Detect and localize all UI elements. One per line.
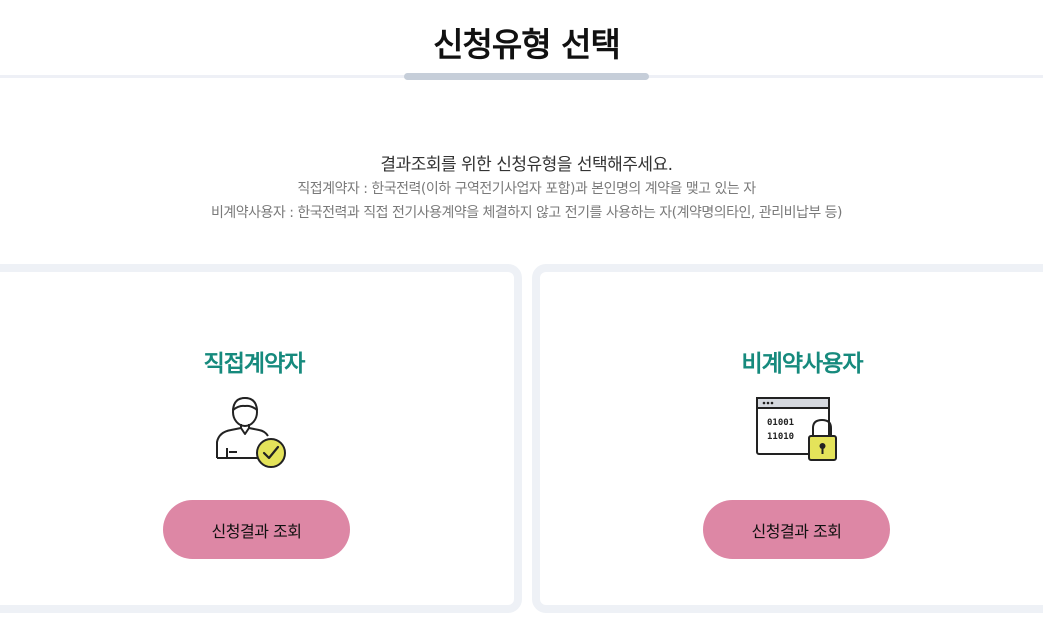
non-contract-user-result-button[interactable]: 신청결과 조회	[703, 500, 890, 559]
card-title: 비계약사용자	[741, 351, 864, 377]
direct-contractor-card: 직접계약자 신청결과 조회	[0, 264, 522, 613]
binary-line-1: 01001	[767, 418, 794, 428]
non-contract-user-description: 비계약사용자 : 한국전력과 직접 전기사용계약을 체결하지 않고 전기를 사용…	[210, 205, 843, 221]
intro-message: 결과조회를 위한 신청유형을 선택해주세요.	[380, 155, 673, 175]
title-underline-bar	[404, 73, 649, 80]
direct-contractor-description: 직접계약자 : 한국전력(이하 구역전기사업자 포함)과 본인명의 계약을 맺고…	[297, 181, 756, 197]
non-contract-user-card: 비계약사용자 01001 11010 신청결과 조회	[532, 264, 1043, 613]
secure-data-lock-icon: 01001 11010	[755, 394, 841, 470]
direct-contractor-result-button[interactable]: 신청결과 조회	[163, 500, 350, 559]
page-title: 신청유형 선택	[433, 25, 621, 64]
card-title: 직접계약자	[203, 351, 306, 377]
binary-line-2: 11010	[767, 432, 794, 442]
user-check-icon	[215, 394, 295, 472]
